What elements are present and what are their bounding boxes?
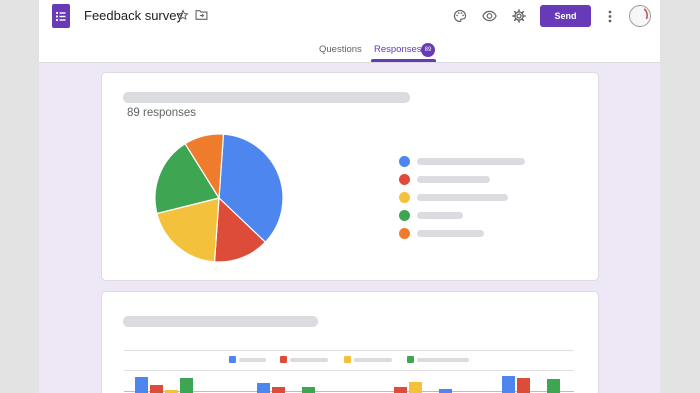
legend-swatch — [399, 174, 410, 185]
avatar-image-icon — [631, 7, 649, 25]
bar — [135, 377, 148, 393]
legend-label-placeholder — [417, 176, 490, 183]
legend-swatch — [399, 210, 410, 221]
legend-swatch — [399, 156, 410, 167]
bar — [150, 385, 163, 393]
legend-swatch — [399, 192, 410, 203]
top-bar: Feedback survey Send Questions Responses… — [39, 0, 660, 63]
responses-count-label: 89 responses — [127, 107, 197, 119]
bar — [502, 376, 515, 393]
bar — [394, 387, 407, 393]
pie-chart — [154, 133, 284, 263]
summary-card: 89 responses — [101, 72, 599, 281]
forms-logo-icon[interactable] — [52, 4, 70, 28]
bar — [302, 387, 315, 393]
bar-chart — [135, 376, 560, 393]
forms-app: Feedback survey Send Questions Responses… — [39, 0, 660, 393]
account-avatar[interactable] — [629, 5, 651, 27]
bar — [517, 378, 530, 393]
bar — [547, 379, 560, 393]
preview-eye-icon[interactable] — [482, 9, 497, 23]
question-title-placeholder — [123, 92, 410, 103]
bar-chart-card — [101, 291, 599, 393]
star-icon[interactable] — [177, 9, 189, 21]
legend-label-placeholder — [417, 230, 484, 237]
responses-count-badge: 89 — [421, 43, 435, 57]
send-button[interactable]: Send — [540, 5, 591, 27]
settings-gear-icon[interactable] — [512, 9, 526, 23]
bar — [257, 383, 270, 393]
form-title[interactable]: Feedback survey — [84, 7, 183, 25]
legend-label-placeholder — [417, 194, 508, 201]
move-to-folder-icon[interactable] — [195, 9, 208, 21]
legend-label-placeholder — [417, 158, 525, 165]
bar — [180, 378, 193, 393]
tab-questions[interactable]: Questions — [319, 43, 362, 57]
active-tab-indicator — [371, 59, 436, 62]
tab-responses[interactable]: Responses — [374, 43, 422, 57]
bar — [409, 382, 422, 393]
legend-label-placeholder — [417, 212, 463, 219]
bar — [439, 389, 452, 393]
legend-swatch — [399, 228, 410, 239]
more-vert-icon[interactable] — [607, 10, 613, 23]
palette-icon[interactable] — [453, 9, 467, 23]
bar — [272, 387, 285, 393]
